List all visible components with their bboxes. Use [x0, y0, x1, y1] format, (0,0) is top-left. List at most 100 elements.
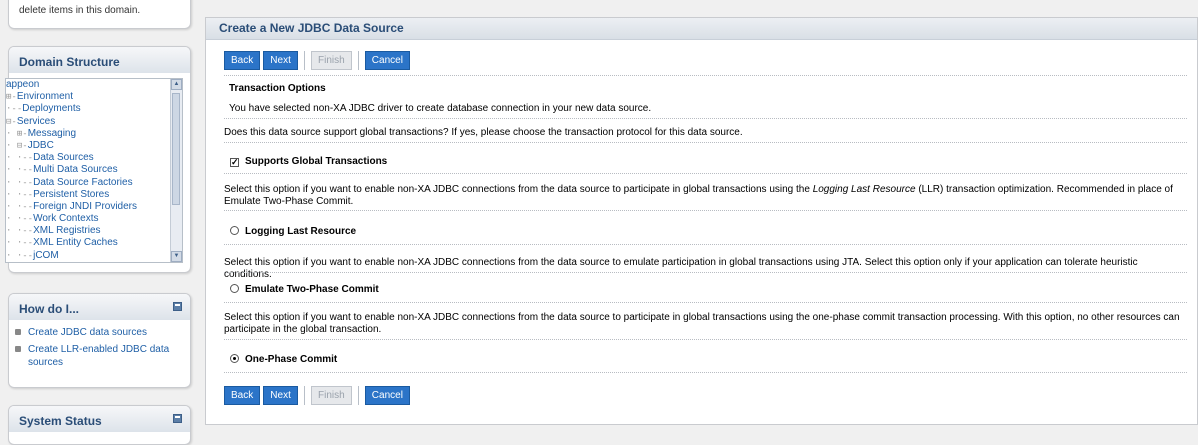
tree-node-label[interactable]: Data Source Factories: [33, 177, 133, 188]
tree-node[interactable]: ⊟-Services: [6, 116, 170, 128]
next-button[interactable]: Next: [263, 386, 298, 405]
tree-node[interactable]: · ·--Multi Data Sources: [6, 164, 170, 176]
how-do-i-list: Create JDBC data sources Create LLR-enabl…: [9, 320, 190, 369]
llr-option[interactable]: Logging Last Resource: [230, 226, 356, 238]
collapse-icon[interactable]: [173, 302, 182, 311]
top-button-bar: Back Next Finish Cancel: [224, 51, 410, 71]
tree-node-label[interactable]: Services: [17, 116, 55, 127]
llr-label: Logging Last Resource: [245, 226, 357, 237]
tree-node-label[interactable]: Data Sources: [33, 152, 94, 163]
main-content: Create a New JDBC Data Source Back Next …: [205, 17, 1198, 425]
cancel-button[interactable]: Cancel: [364, 51, 410, 70]
tree-connector: · ·--: [6, 165, 34, 176]
supports-global-option[interactable]: ✓ Supports Global Transactions: [230, 156, 387, 168]
tree-node[interactable]: · ·--XML Registries: [6, 225, 170, 237]
llr-radio[interactable]: [230, 226, 239, 235]
tree-node[interactable]: · ·--Work Contexts: [6, 213, 170, 225]
scroll-down-arrow-icon[interactable]: ▼: [171, 251, 182, 262]
supports-global-checkbox[interactable]: ✓: [230, 158, 239, 167]
divider: [224, 244, 1187, 245]
onephase-label: One-Phase Commit: [245, 354, 338, 365]
finish-button: Finish: [310, 51, 352, 70]
bullet-icon: [15, 329, 21, 335]
divider: [224, 142, 1187, 143]
tree-node[interactable]: ⊞-Environment: [6, 91, 170, 103]
how-do-i-panel: How do I... Create JDBC data sources Crea…: [8, 293, 191, 388]
tree-node-label[interactable]: Work Contexts: [33, 213, 98, 224]
tree-connector: · ·--: [6, 214, 34, 225]
tree-connector: · ⊟-: [6, 140, 28, 151]
emulate-radio[interactable]: [230, 284, 239, 293]
tree-node[interactable]: · ⊞-Messaging: [6, 128, 170, 140]
emulate-description: Select this option if you want to enable…: [224, 257, 1138, 280]
tree-node-label[interactable]: appeon: [6, 79, 39, 90]
domain-help-panel: delete items in this domain.: [8, 0, 191, 29]
tree-node[interactable]: ·--Deployments: [6, 103, 170, 115]
button-separator: [303, 51, 305, 70]
tree-node-label[interactable]: Messaging: [28, 128, 76, 139]
llr-description: Select this option if you want to enable…: [224, 184, 1187, 208]
tree-node-label[interactable]: XML Registries: [33, 225, 100, 236]
tree-scrollbar[interactable]: ▲ ▼: [170, 79, 182, 262]
how-do-i-header: How do I...: [9, 294, 190, 320]
divider: [224, 372, 1187, 373]
tree-node-label[interactable]: Environment: [17, 91, 73, 102]
scroll-up-arrow-icon[interactable]: ▲: [171, 79, 182, 90]
divider: [224, 339, 1187, 340]
divider: [224, 302, 1187, 303]
page-title: Create a New JDBC Data Source: [206, 18, 1197, 40]
bullet-icon: [15, 346, 21, 352]
tree-node-label[interactable]: jCOM: [33, 250, 59, 261]
system-status-title: System Status: [19, 414, 102, 428]
divider: [224, 118, 1187, 119]
next-button[interactable]: Next: [263, 51, 298, 70]
tree-node[interactable]: · ·--Persistent Stores: [6, 189, 170, 201]
system-status-panel: System Status: [8, 405, 191, 445]
onephase-radio[interactable]: [230, 354, 239, 363]
divider: [224, 75, 1187, 76]
tree-node-label[interactable]: Deployments: [22, 103, 80, 114]
how-do-i-title: How do I...: [19, 302, 79, 316]
tree-node[interactable]: · ·--Foreign JNDI Providers: [6, 201, 170, 213]
tree-connector: · ·--: [6, 189, 34, 200]
help-link[interactable]: Create JDBC data sources: [28, 327, 147, 338]
domain-structure-title: Domain Structure: [9, 47, 190, 73]
bottom-button-bar: Back Next Finish Cancel: [224, 386, 410, 406]
tree-node-label[interactable]: Foreign JNDI Providers: [33, 201, 137, 212]
scroll-thumb[interactable]: [172, 93, 180, 205]
list-item: Create LLR-enabled JDBC data sources: [15, 343, 190, 369]
tree-node-label[interactable]: Persistent Stores: [33, 189, 109, 200]
tree-node-label[interactable]: JDBC: [28, 140, 54, 151]
back-button[interactable]: Back: [224, 51, 261, 70]
button-separator: [303, 386, 305, 405]
tree-connector: · ·--: [6, 177, 34, 188]
divider: [224, 210, 1187, 211]
supports-global-label: Supports Global Transactions: [245, 156, 388, 167]
collapse-icon[interactable]: [173, 414, 182, 423]
tree-node-label[interactable]: XML Entity Caches: [33, 237, 118, 248]
tree-connector: · ·--: [6, 238, 34, 249]
tree-lines: appeon ⊞-Environment ·--Deployments ⊟-Servi…: [6, 79, 170, 262]
llr-description-text: Select this option if you want to enable…: [224, 184, 813, 195]
tree-node[interactable]: · ⊟-JDBC: [6, 140, 170, 152]
finish-button: Finish: [310, 386, 352, 405]
tree-node[interactable]: · ·--Data Source Factories: [6, 177, 170, 189]
section-title: Transaction Options: [229, 83, 326, 94]
back-button[interactable]: Back: [224, 386, 261, 405]
emulate-label: Emulate Two-Phase Commit: [245, 284, 379, 295]
help-link[interactable]: Create LLR-enabled JDBC data sources: [28, 344, 169, 368]
divider: [224, 173, 1187, 174]
tree-node-label[interactable]: Multi Data Sources: [33, 164, 117, 175]
domain-tree[interactable]: appeon ⊞-Environment ·--Deployments ⊟-Servi…: [5, 78, 183, 263]
tree-node[interactable]: · ·--XML Entity Caches: [6, 237, 170, 249]
tree-connector: · ·--: [6, 201, 34, 212]
emulate-option[interactable]: Emulate Two-Phase Commit: [230, 284, 379, 296]
cancel-button[interactable]: Cancel: [364, 386, 410, 405]
tree-node[interactable]: appeon: [6, 79, 170, 91]
tree-node[interactable]: · ·--Data Sources: [6, 152, 170, 164]
onephase-description: Select this option if you want to enable…: [224, 312, 1180, 335]
onephase-option[interactable]: One-Phase Commit: [230, 354, 337, 366]
tree-node[interactable]: · ·--jCOM: [6, 250, 170, 262]
tree-connector: ⊟-: [6, 116, 17, 127]
domain-help-text: delete items in this domain.: [19, 5, 141, 16]
